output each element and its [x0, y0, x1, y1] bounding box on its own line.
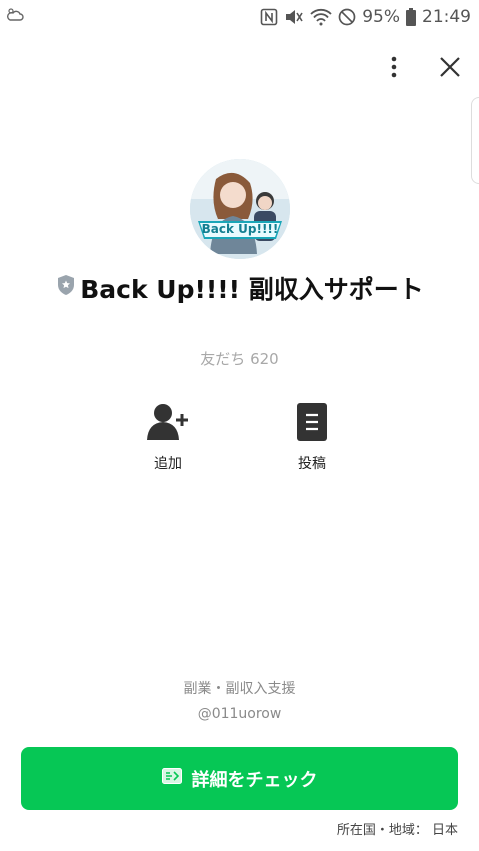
details-icon [161, 768, 182, 789]
add-friend-icon [147, 403, 189, 445]
close-icon[interactable] [435, 52, 465, 82]
posts-label: 投稿 [298, 456, 326, 472]
line-id: @011uorow [197, 706, 282, 722]
wifi-icon [310, 8, 332, 26]
account-name: Back Up!!!! 副収入サポート [80, 275, 424, 304]
status-bar: 95% 21:49 [0, 0, 479, 34]
region: 所在国・地域： 日本 [336, 823, 458, 838]
add-friend-button[interactable]: 追加 [128, 403, 208, 473]
profile-screen: 95% 21:49 Back Up!!!! Back Up!!!! 副収入サポー… [0, 0, 479, 851]
friends-count: 友だち 620 [200, 350, 279, 368]
nfc-icon [260, 8, 278, 26]
weather-icon [6, 6, 26, 26]
avatar-logo-text: Back Up!!!! [201, 222, 279, 236]
verified-shield-icon [56, 274, 76, 296]
clock: 21:49 [422, 7, 471, 27]
add-friend-label: 追加 [154, 456, 182, 472]
posts-icon [297, 403, 327, 445]
edge-panel-handle[interactable] [471, 97, 479, 184]
check-details-button[interactable]: 詳細をチェック [21, 747, 458, 810]
check-details-label: 詳細をチェック [191, 769, 318, 791]
status-indicators: 95% 21:49 [260, 3, 471, 31]
account-category: 副業・副収入支援 [183, 681, 296, 697]
account-name-row: Back Up!!!! 副収入サポート [40, 273, 440, 306]
battery-icon [406, 8, 416, 26]
avatar[interactable]: Back Up!!!! [190, 159, 290, 259]
battery-percent: 95% [362, 7, 400, 27]
top-actions [379, 52, 465, 82]
more-options-icon[interactable] [379, 52, 409, 82]
posts-button[interactable]: 投稿 [272, 403, 352, 473]
mute-icon [284, 8, 304, 26]
do-not-disturb-icon [338, 8, 356, 26]
